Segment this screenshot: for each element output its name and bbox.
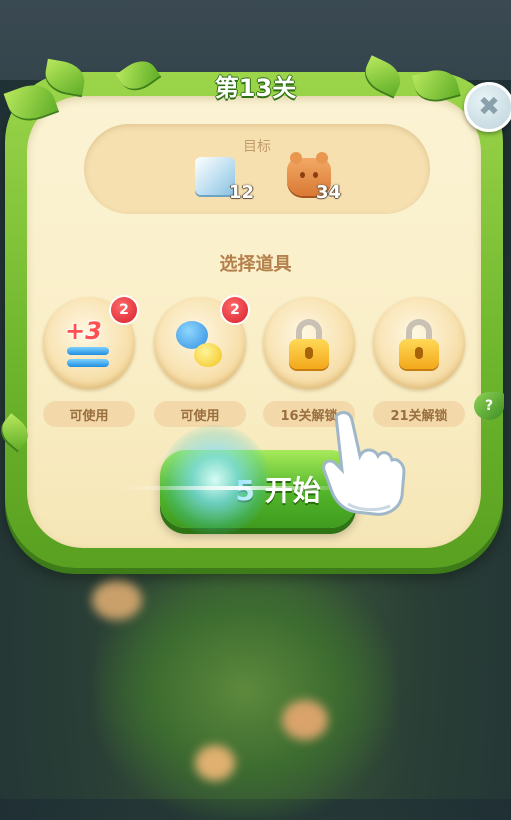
booster-locked[interactable] bbox=[263, 297, 355, 389]
booster-count-badge: 2 bbox=[109, 295, 139, 325]
sparkle-streak bbox=[120, 486, 350, 490]
goal-count: 34 bbox=[316, 182, 342, 203]
close-button[interactable]: ✖ bbox=[464, 82, 511, 132]
booster-status-label: 可使用 bbox=[154, 401, 246, 427]
goal-box: 目标 12 34 bbox=[84, 124, 430, 214]
pointing-hand-icon bbox=[322, 411, 406, 516]
close-icon: ✖ bbox=[478, 92, 500, 122]
boosters-title: 选择道具 bbox=[219, 254, 292, 275]
goal-label: 目标 bbox=[243, 139, 271, 155]
background-candy bbox=[195, 745, 235, 781]
booster-creature-swap[interactable]: 2 bbox=[154, 295, 250, 389]
help-button[interactable]: ? bbox=[474, 392, 504, 420]
goal-count: 12 bbox=[229, 182, 255, 203]
booster-locked[interactable] bbox=[373, 297, 465, 389]
booster-status-label: 可使用 bbox=[43, 401, 135, 427]
booster-extra-moves[interactable]: +3 2 bbox=[43, 295, 139, 389]
booster-count-badge: 2 bbox=[220, 295, 250, 325]
level-title: 第13关 bbox=[214, 74, 297, 102]
background-candy bbox=[282, 700, 328, 740]
background-candy bbox=[92, 580, 142, 620]
plus3-moves-icon: +3 bbox=[65, 317, 102, 345]
sparkle-effect bbox=[160, 425, 270, 535]
question-icon: ? bbox=[484, 398, 494, 414]
